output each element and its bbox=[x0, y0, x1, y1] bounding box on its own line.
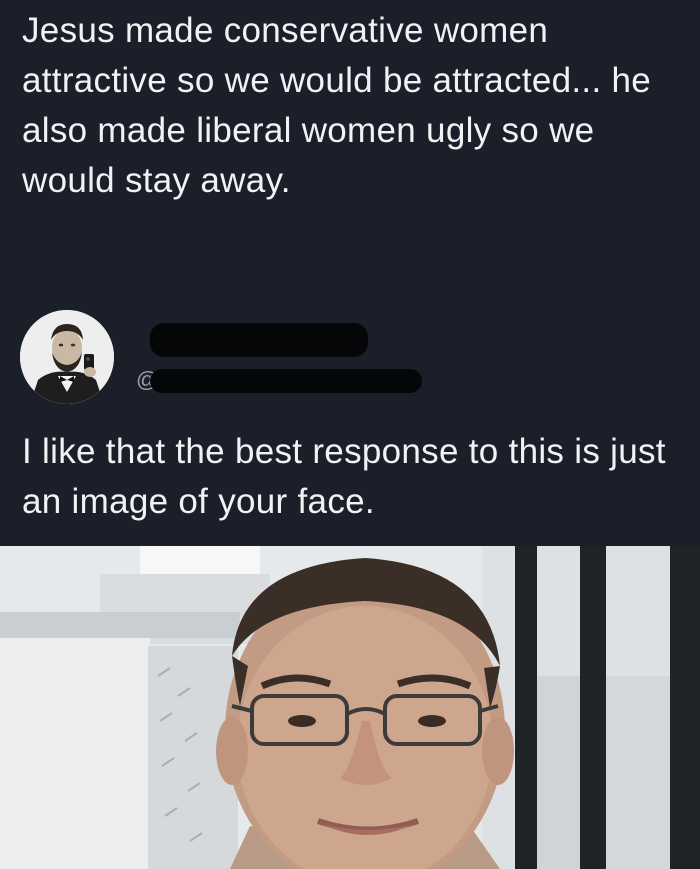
redacted-username bbox=[150, 369, 422, 393]
avatar-portrait bbox=[20, 310, 114, 404]
selfie-image bbox=[0, 546, 700, 869]
avatar[interactable] bbox=[20, 310, 114, 404]
reply-text: I like that the best response to this is… bbox=[22, 432, 666, 521]
attached-selfie-photo[interactable] bbox=[0, 546, 700, 869]
redacted-display-name bbox=[150, 323, 368, 357]
reply-header: @ bbox=[0, 305, 700, 405]
original-post-text: Jesus made conservative women attractive… bbox=[22, 11, 652, 200]
